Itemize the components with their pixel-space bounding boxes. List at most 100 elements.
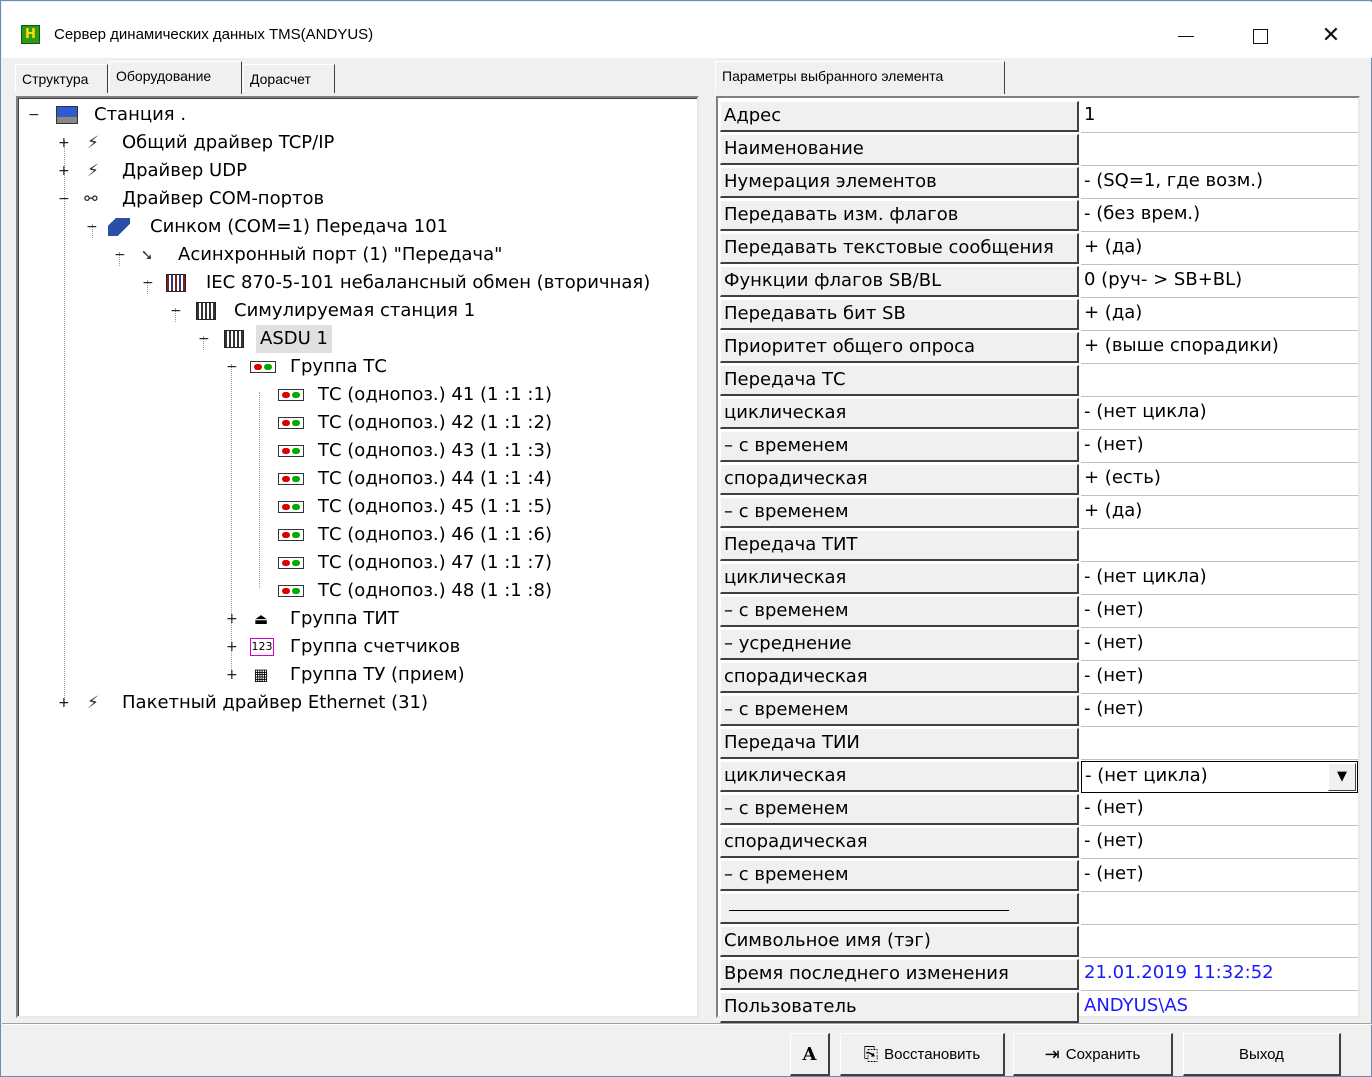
property-row[interactable]: Нумерация элементов - (SQ=1, где возм.)	[720, 167, 1358, 200]
property-row[interactable]: – с временем - (нет)	[720, 695, 1358, 728]
property-value[interactable]	[1081, 365, 1358, 397]
property-value[interactable]	[1081, 530, 1358, 562]
property-name: Наименование	[720, 134, 1079, 165]
property-row[interactable]: Пользователь ANDYUS\AS	[720, 992, 1358, 1025]
property-value[interactable]: - (нет цикла)	[1081, 563, 1358, 595]
property-name: Передача ТИТ	[720, 530, 1079, 561]
property-row[interactable]: спорадическая - (нет)	[720, 662, 1358, 695]
property-row[interactable]: – с временем - (нет)	[720, 860, 1358, 893]
property-value[interactable]: + (да)	[1081, 233, 1358, 265]
maximize-button[interactable]	[1226, 14, 1294, 58]
exit-button[interactable]: Выход	[1183, 1033, 1341, 1076]
collapse-toggle[interactable]: −	[58, 185, 70, 213]
property-value[interactable]: - (нет)	[1081, 662, 1358, 694]
property-value[interactable]: + (выше спорадики)	[1081, 332, 1358, 364]
font-button[interactable]: A	[790, 1033, 830, 1076]
tree-label: Станция .	[94, 104, 187, 125]
property-row[interactable]: Передавать текстовые сообщения + (да)	[720, 233, 1358, 266]
expand-toggle[interactable]: +	[226, 633, 238, 661]
property-name: Передавать бит SB	[720, 299, 1079, 330]
expand-toggle[interactable]: +	[58, 157, 70, 185]
property-row[interactable]: циклическая - (нет цикла)	[720, 398, 1358, 431]
property-row[interactable]: – с временем - (нет)	[720, 431, 1358, 464]
collapse-toggle[interactable]: −	[86, 213, 98, 241]
property-value[interactable]: - (SQ=1, где возм.)	[1081, 167, 1358, 199]
close-button[interactable]: ✕	[1297, 14, 1365, 58]
property-row[interactable]: Передавать изм. флагов - (без врем.)	[720, 200, 1358, 233]
collapse-toggle[interactable]: −	[198, 325, 210, 353]
property-name: спорадическая	[720, 464, 1079, 495]
property-name: спорадическая	[720, 827, 1079, 858]
save-label: Сохранить	[1065, 1045, 1141, 1063]
equipment-tree[interactable]: − Станция . + ⚡ Общий драйвер TCP/IP + ⚡…	[16, 96, 699, 1018]
property-row[interactable]: Время последнего изменения 21.01.2019 11:…	[720, 959, 1358, 992]
property-name: – с временем	[720, 860, 1079, 891]
property-value[interactable]: - (нет цикла)	[1081, 398, 1358, 430]
collapse-toggle[interactable]: −	[226, 353, 238, 381]
property-value[interactable]	[1081, 728, 1358, 760]
property-row[interactable]: – с временем - (нет)	[720, 794, 1358, 827]
property-row[interactable]: Передача ТИТ	[720, 530, 1358, 563]
property-value[interactable]: + (да)	[1081, 299, 1358, 331]
property-row[interactable]: Передавать бит SB + (да)	[720, 299, 1358, 332]
collapse-toggle[interactable]: −	[28, 101, 40, 129]
property-value[interactable]: - (нет)	[1081, 794, 1358, 826]
property-row[interactable]: Наименование	[720, 134, 1358, 167]
property-value-select[interactable]: - (нет цикла) ▼	[1081, 761, 1358, 793]
property-value[interactable]: - (нет)	[1081, 695, 1358, 727]
expand-toggle[interactable]: +	[58, 689, 70, 717]
tree-label: Группа счетчиков	[290, 636, 461, 657]
port-icon: ➘	[140, 246, 154, 264]
property-value[interactable]: 0 (руч- > SB+BL)	[1081, 266, 1358, 298]
property-name: циклическая	[720, 761, 1079, 792]
dropdown-arrow-icon[interactable]: ▼	[1328, 763, 1356, 791]
property-row[interactable]: Передача ТС	[720, 365, 1358, 398]
property-row[interactable]: – усреднение - (нет)	[720, 629, 1358, 662]
property-row[interactable]: – с временем + (да)	[720, 497, 1358, 530]
property-row[interactable]: Функции флагов SB/BL 0 (руч- > SB+BL)	[720, 266, 1358, 299]
property-value[interactable]: 1	[1081, 101, 1358, 133]
tree-label: ТС (однопоз.) 48 (1 :1 :8)	[318, 580, 552, 601]
property-value[interactable]: - (нет)	[1081, 827, 1358, 859]
tab-equipment[interactable]: Оборудование	[109, 61, 242, 94]
property-name: Передача ТС	[720, 365, 1079, 396]
property-name: Адрес	[720, 101, 1079, 132]
property-value[interactable]: - (нет)	[1081, 860, 1358, 892]
property-row[interactable]: циклическая - (нет цикла)	[720, 563, 1358, 596]
property-name: Передавать изм. флагов	[720, 200, 1079, 231]
tab-structure[interactable]: Структура	[15, 64, 108, 93]
property-value[interactable]: - (без врем.)	[1081, 200, 1358, 232]
property-value[interactable]: - (нет)	[1081, 629, 1358, 661]
save-icon: ⇥	[1044, 1043, 1060, 1064]
property-row[interactable]: спорадическая - (нет)	[720, 827, 1358, 860]
save-button[interactable]: ⇥ Сохранить	[1013, 1033, 1173, 1076]
property-value[interactable]: - (нет)	[1081, 431, 1358, 463]
property-row[interactable]: циклическая - (нет цикла) ▼	[720, 761, 1358, 794]
minimize-button[interactable]	[1152, 14, 1220, 58]
property-row[interactable]: Адрес 1	[720, 101, 1358, 134]
collapse-toggle[interactable]: −	[114, 241, 126, 269]
property-row[interactable]: Передача ТИИ	[720, 728, 1358, 761]
property-name: спорадическая	[720, 662, 1079, 693]
property-value[interactable]: + (есть)	[1081, 464, 1358, 496]
property-value[interactable]: - (нет)	[1081, 596, 1358, 628]
property-row[interactable]: – с временем - (нет)	[720, 596, 1358, 629]
restore-button[interactable]: ⎘ Восстановить	[840, 1033, 1005, 1076]
property-value[interactable]	[1081, 134, 1358, 166]
expand-toggle[interactable]: +	[58, 129, 70, 157]
tab-recalc[interactable]: Дорасчет	[243, 64, 335, 93]
property-name: – с временем	[720, 497, 1079, 528]
expand-toggle[interactable]: +	[226, 661, 238, 689]
expand-toggle[interactable]: +	[226, 605, 238, 633]
property-row[interactable]: спорадическая + (есть)	[720, 464, 1358, 497]
ts-icon	[278, 529, 304, 541]
collapse-toggle[interactable]: −	[170, 297, 182, 325]
property-value[interactable]: + (да)	[1081, 497, 1358, 529]
tu-group-icon: ▦	[253, 665, 269, 684]
property-value[interactable]	[1081, 926, 1358, 958]
tab-selected-element-params[interactable]: Параметры выбранного элемента	[715, 61, 1005, 94]
property-row[interactable]: Символьное имя (тэг)	[720, 926, 1358, 959]
collapse-toggle[interactable]: −	[142, 269, 154, 297]
property-row[interactable]: Приоритет общего опроса + (выше спорадики…	[720, 332, 1358, 365]
window-title: Сервер динамических данных TMS(ANDYUS)	[54, 26, 374, 43]
